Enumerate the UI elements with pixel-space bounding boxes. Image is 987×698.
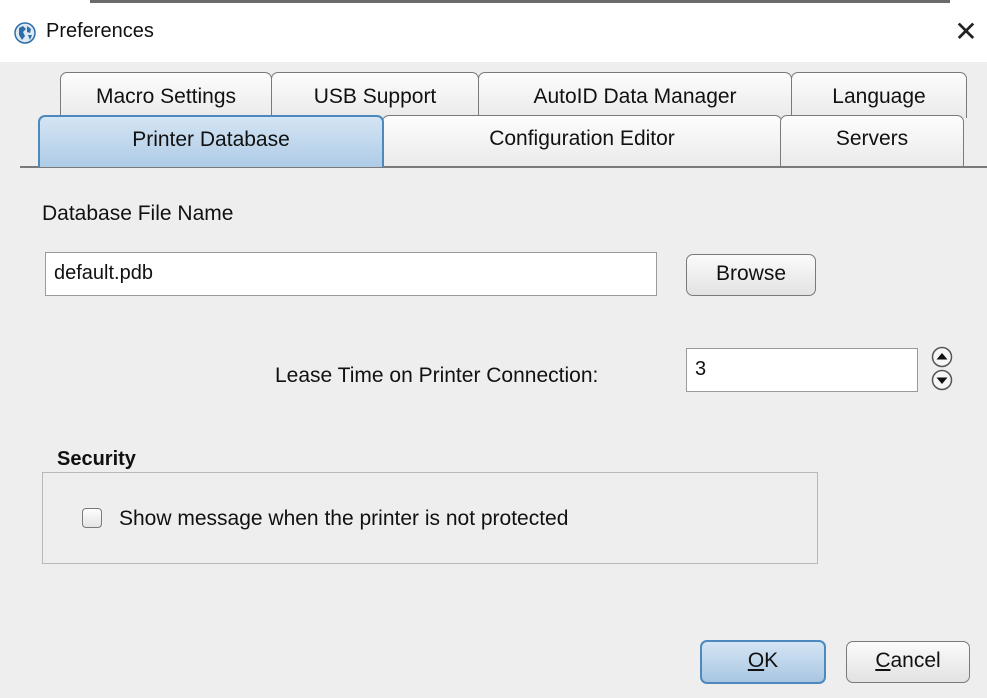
cancel-label-rest: ancel bbox=[890, 649, 941, 672]
ok-label-rest: K bbox=[764, 649, 779, 672]
spinner-down-icon[interactable] bbox=[930, 369, 954, 391]
browse-button[interactable]: Browse bbox=[686, 254, 816, 296]
tab-usb-support[interactable]: USB Support bbox=[271, 72, 479, 118]
tab-printer-database[interactable]: Printer Database bbox=[38, 115, 384, 167]
lease-time-input[interactable]: 3 bbox=[686, 348, 918, 392]
database-file-name-label: Database File Name bbox=[42, 202, 234, 225]
protection-warning-checkbox[interactable] bbox=[82, 508, 102, 528]
tab-language[interactable]: Language bbox=[791, 72, 967, 118]
tab-autoid-data-manager[interactable]: AutoID Data Manager bbox=[478, 72, 792, 118]
cancel-button[interactable]: Cancel bbox=[846, 641, 970, 683]
window-title: Preferences bbox=[46, 20, 154, 42]
ok-button[interactable]: OK bbox=[700, 640, 826, 684]
ok-mnemonic: O bbox=[747, 649, 765, 672]
protection-warning-label[interactable]: Show message when the printer is not pro… bbox=[119, 507, 568, 531]
close-button[interactable]: ✕ bbox=[948, 16, 984, 48]
cancel-mnemonic: C bbox=[875, 649, 891, 672]
database-file-name-input[interactable]: default.pdb bbox=[45, 252, 657, 296]
security-section-title: Security bbox=[57, 448, 136, 470]
tab-macro-settings[interactable]: Macro Settings bbox=[60, 72, 272, 118]
tab-servers[interactable]: Servers bbox=[780, 115, 964, 167]
tab-configuration-editor[interactable]: Configuration Editor bbox=[382, 115, 782, 167]
lease-time-label: Lease Time on Printer Connection: bbox=[275, 364, 599, 387]
title-bar-top-edge bbox=[0, 0, 987, 4]
spinner-up-icon[interactable] bbox=[930, 346, 954, 368]
globe-app-icon bbox=[14, 22, 36, 44]
title-bar: Preferences ✕ bbox=[0, 0, 987, 62]
